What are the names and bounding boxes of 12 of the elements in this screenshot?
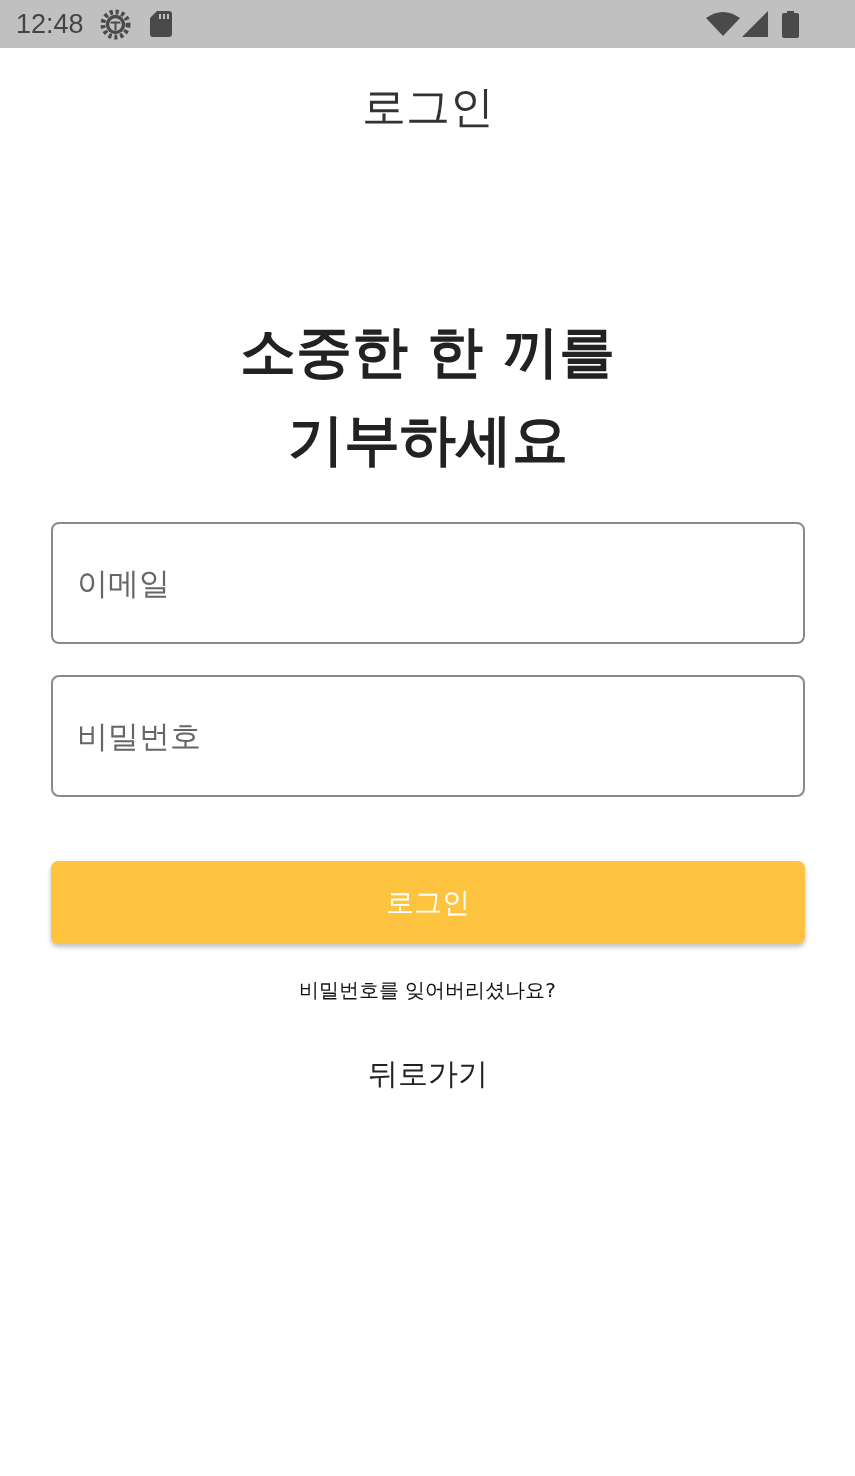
headline: 소중한 한 끼를 기부하세요	[240, 318, 615, 474]
signal-icon	[742, 11, 768, 37]
page-title: 로그인	[361, 80, 494, 134]
battery-icon	[782, 10, 799, 38]
wifi-icon	[706, 12, 740, 36]
status-time: 12:48	[16, 8, 84, 40]
gear-icon	[99, 8, 131, 40]
email-field[interactable]: 이메일	[50, 522, 805, 644]
forgot-password-link[interactable]: 비밀번호를 잊어버리셨나요?	[299, 976, 556, 1004]
password-field[interactable]: 비밀번호	[50, 675, 805, 797]
back-button[interactable]: 뒤로가기	[361, 1054, 494, 1094]
sd-card-icon	[149, 11, 172, 37]
